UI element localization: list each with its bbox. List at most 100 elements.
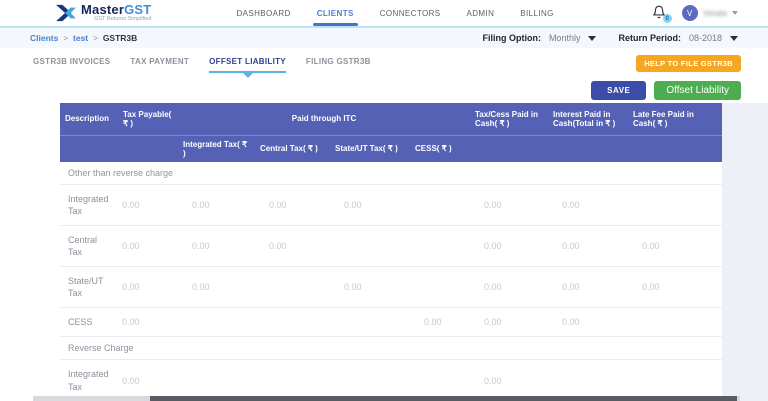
table-row-central-tax: Central Tax 0.00 0.00 0.00 0.00 0.00 0.00 [60, 225, 722, 268]
itc-col-header-cess: CESS( ₹ ) [410, 134, 470, 162]
user-menu[interactable]: V Vimala [681, 5, 738, 21]
amount-field[interactable]: 0.00 [330, 184, 410, 226]
action-buttons: SAVE Offset Liability [591, 81, 741, 100]
empty-cell [330, 225, 410, 268]
amount-field[interactable]: 0.00 [628, 266, 722, 309]
brand-logo[interactable]: MasterGST GST Returns Simplified [55, 3, 151, 23]
brand-name: MasterGST [81, 3, 151, 16]
amount-field[interactable]: 0.00 [410, 307, 470, 338]
breadcrumb-item-clients[interactable]: Clients [30, 33, 58, 43]
col-header-tax-payable: Tax Payable( ₹ ) [118, 103, 178, 135]
empty-cell [410, 225, 470, 268]
nav-item-clients[interactable]: CLIENTS [312, 0, 358, 26]
amount-field[interactable]: 0.00 [548, 225, 628, 268]
filing-option-label: Filing Option: [482, 33, 541, 43]
row-label: State/UT Tax [60, 266, 118, 309]
nav-item-connectors[interactable]: CONNECTORS [380, 0, 441, 26]
empty-cell [548, 359, 628, 401]
empty-cell [178, 359, 255, 401]
brand-name-primary: Master [81, 2, 125, 18]
amount-field[interactable]: 0.00 [548, 184, 628, 226]
empty-cell [255, 266, 330, 309]
empty-cell [628, 184, 722, 226]
amount-field[interactable]: 0.00 [118, 359, 178, 401]
col-header-description: Description [60, 103, 118, 135]
amount-field[interactable]: 0.00 [470, 266, 548, 309]
empty-cell [628, 359, 722, 401]
offset-liability-button[interactable]: Offset Liability [654, 81, 741, 100]
amount-field[interactable]: 0.00 [178, 266, 255, 309]
return-period-caret-icon[interactable] [730, 35, 738, 41]
amount-field[interactable]: 0.00 [178, 184, 255, 226]
amount-field[interactable]: 0.00 [470, 184, 548, 226]
section-row-reverse-charge: Reverse Charge [60, 336, 722, 361]
amount-field[interactable]: 0.00 [178, 225, 255, 268]
return-period-select[interactable]: 08-2018 [689, 33, 722, 43]
empty-cell [330, 359, 410, 401]
amount-field[interactable]: 0.00 [118, 266, 178, 309]
brand-tagline: GST Returns Simplified [94, 16, 152, 23]
help-to-file-button[interactable]: HELP TO FILE GSTR3B [636, 55, 741, 72]
itc-subheader-row: Integrated Tax( ₹ ) Central Tax( ₹ ) State… [60, 134, 722, 162]
breadcrumb-item-test[interactable]: test [73, 33, 88, 43]
nav-item-admin[interactable]: ADMIN [467, 0, 495, 26]
filter-controls: Filing Option: Monthly Return Period: 08… [482, 33, 738, 43]
amount-field[interactable]: 0.00 [118, 225, 178, 268]
chevron-down-icon [732, 11, 738, 15]
amount-field[interactable]: 0.00 [470, 225, 548, 268]
mastergst-logo-icon [56, 4, 76, 22]
amount-field[interactable]: 0.00 [470, 307, 548, 338]
table-row-integrated-tax: Integrated Tax 0.00 0.00 0.00 0.00 0.00 0.00 [60, 184, 722, 226]
empty-header-cell [470, 134, 548, 162]
nav-item-billing[interactable]: BILLING [520, 0, 553, 26]
amount-field[interactable]: 0.00 [628, 225, 722, 268]
empty-cell [255, 359, 330, 401]
user-name: Vimala [702, 8, 727, 18]
empty-cell [178, 307, 255, 338]
tab-gstr3b-invoices[interactable]: GSTR3B INVOICES [33, 57, 110, 73]
avatar: V [681, 5, 698, 21]
top-navbar: MasterGST GST Returns Simplified DASHBOA… [0, 0, 768, 28]
amount-field[interactable]: 0.00 [118, 184, 178, 226]
filing-option-select[interactable]: Monthly [549, 33, 581, 43]
row-label: Central Tax [60, 225, 118, 268]
empty-header-cell [628, 134, 722, 162]
section-title: Reverse Charge [60, 336, 722, 361]
amount-field[interactable]: 0.00 [255, 225, 330, 268]
filing-option-caret-icon[interactable] [588, 35, 597, 41]
table-row-cess: CESS 0.00 0.00 0.00 0.00 [60, 307, 722, 338]
row-label: Integrated Tax [60, 184, 118, 226]
tab-offset-liability[interactable]: OFFSET LIABILITY [209, 57, 286, 78]
notification-count-badge: 0 [662, 14, 672, 23]
amount-field[interactable]: 0.00 [118, 307, 178, 338]
breadcrumb: Clients > test > GSTR3B [30, 33, 137, 43]
itc-col-header-state-ut-tax: State/UT Tax( ₹ ) [330, 134, 410, 162]
empty-header-cell [118, 134, 178, 162]
empty-cell [410, 266, 470, 309]
table-row-state-ut-tax: State/UT Tax 0.00 0.00 0.00 0.00 0.00 0.00 [60, 266, 722, 309]
scrollbar-thumb[interactable] [150, 396, 737, 401]
row-label: Integrated Tax [60, 359, 118, 401]
col-header-paid-through-itc: Paid through ITC [178, 103, 470, 135]
amount-field[interactable]: 0.00 [470, 359, 548, 401]
horizontal-scrollbar[interactable] [33, 396, 740, 401]
table-body: Other than reverse charge Integrated Tax 0… [60, 161, 722, 401]
breadcrumb-separator: > [93, 33, 98, 43]
tab-tax-payment[interactable]: TAX PAYMENT [130, 57, 189, 73]
amount-field[interactable]: 0.00 [548, 307, 628, 338]
notifications-button[interactable]: 0 [652, 5, 672, 23]
tab-filing-gstr3b[interactable]: FILING GSTR3B [306, 57, 371, 73]
itc-col-header-central-tax: Central Tax( ₹ ) [255, 134, 330, 162]
amount-field[interactable]: 0.00 [330, 266, 410, 309]
breadcrumb-bar: Clients > test > GSTR3B Filing Option: Month… [0, 28, 768, 48]
active-tab-notch-icon [242, 73, 253, 78]
amount-field[interactable]: 0.00 [548, 266, 628, 309]
brand-name-secondary: GST [124, 2, 152, 18]
tab-bar: GSTR3B INVOICES TAX PAYMENT OFFSET LIABILI… [33, 57, 371, 78]
main-nav: DASHBOARD CLIENTS CONNECTORS ADMIN BILLING [236, 0, 553, 26]
empty-cell [410, 359, 470, 401]
nav-item-dashboard[interactable]: DASHBOARD [236, 0, 290, 26]
save-button[interactable]: SAVE [591, 81, 647, 100]
row-label: CESS [60, 307, 118, 338]
amount-field[interactable]: 0.00 [255, 184, 330, 226]
